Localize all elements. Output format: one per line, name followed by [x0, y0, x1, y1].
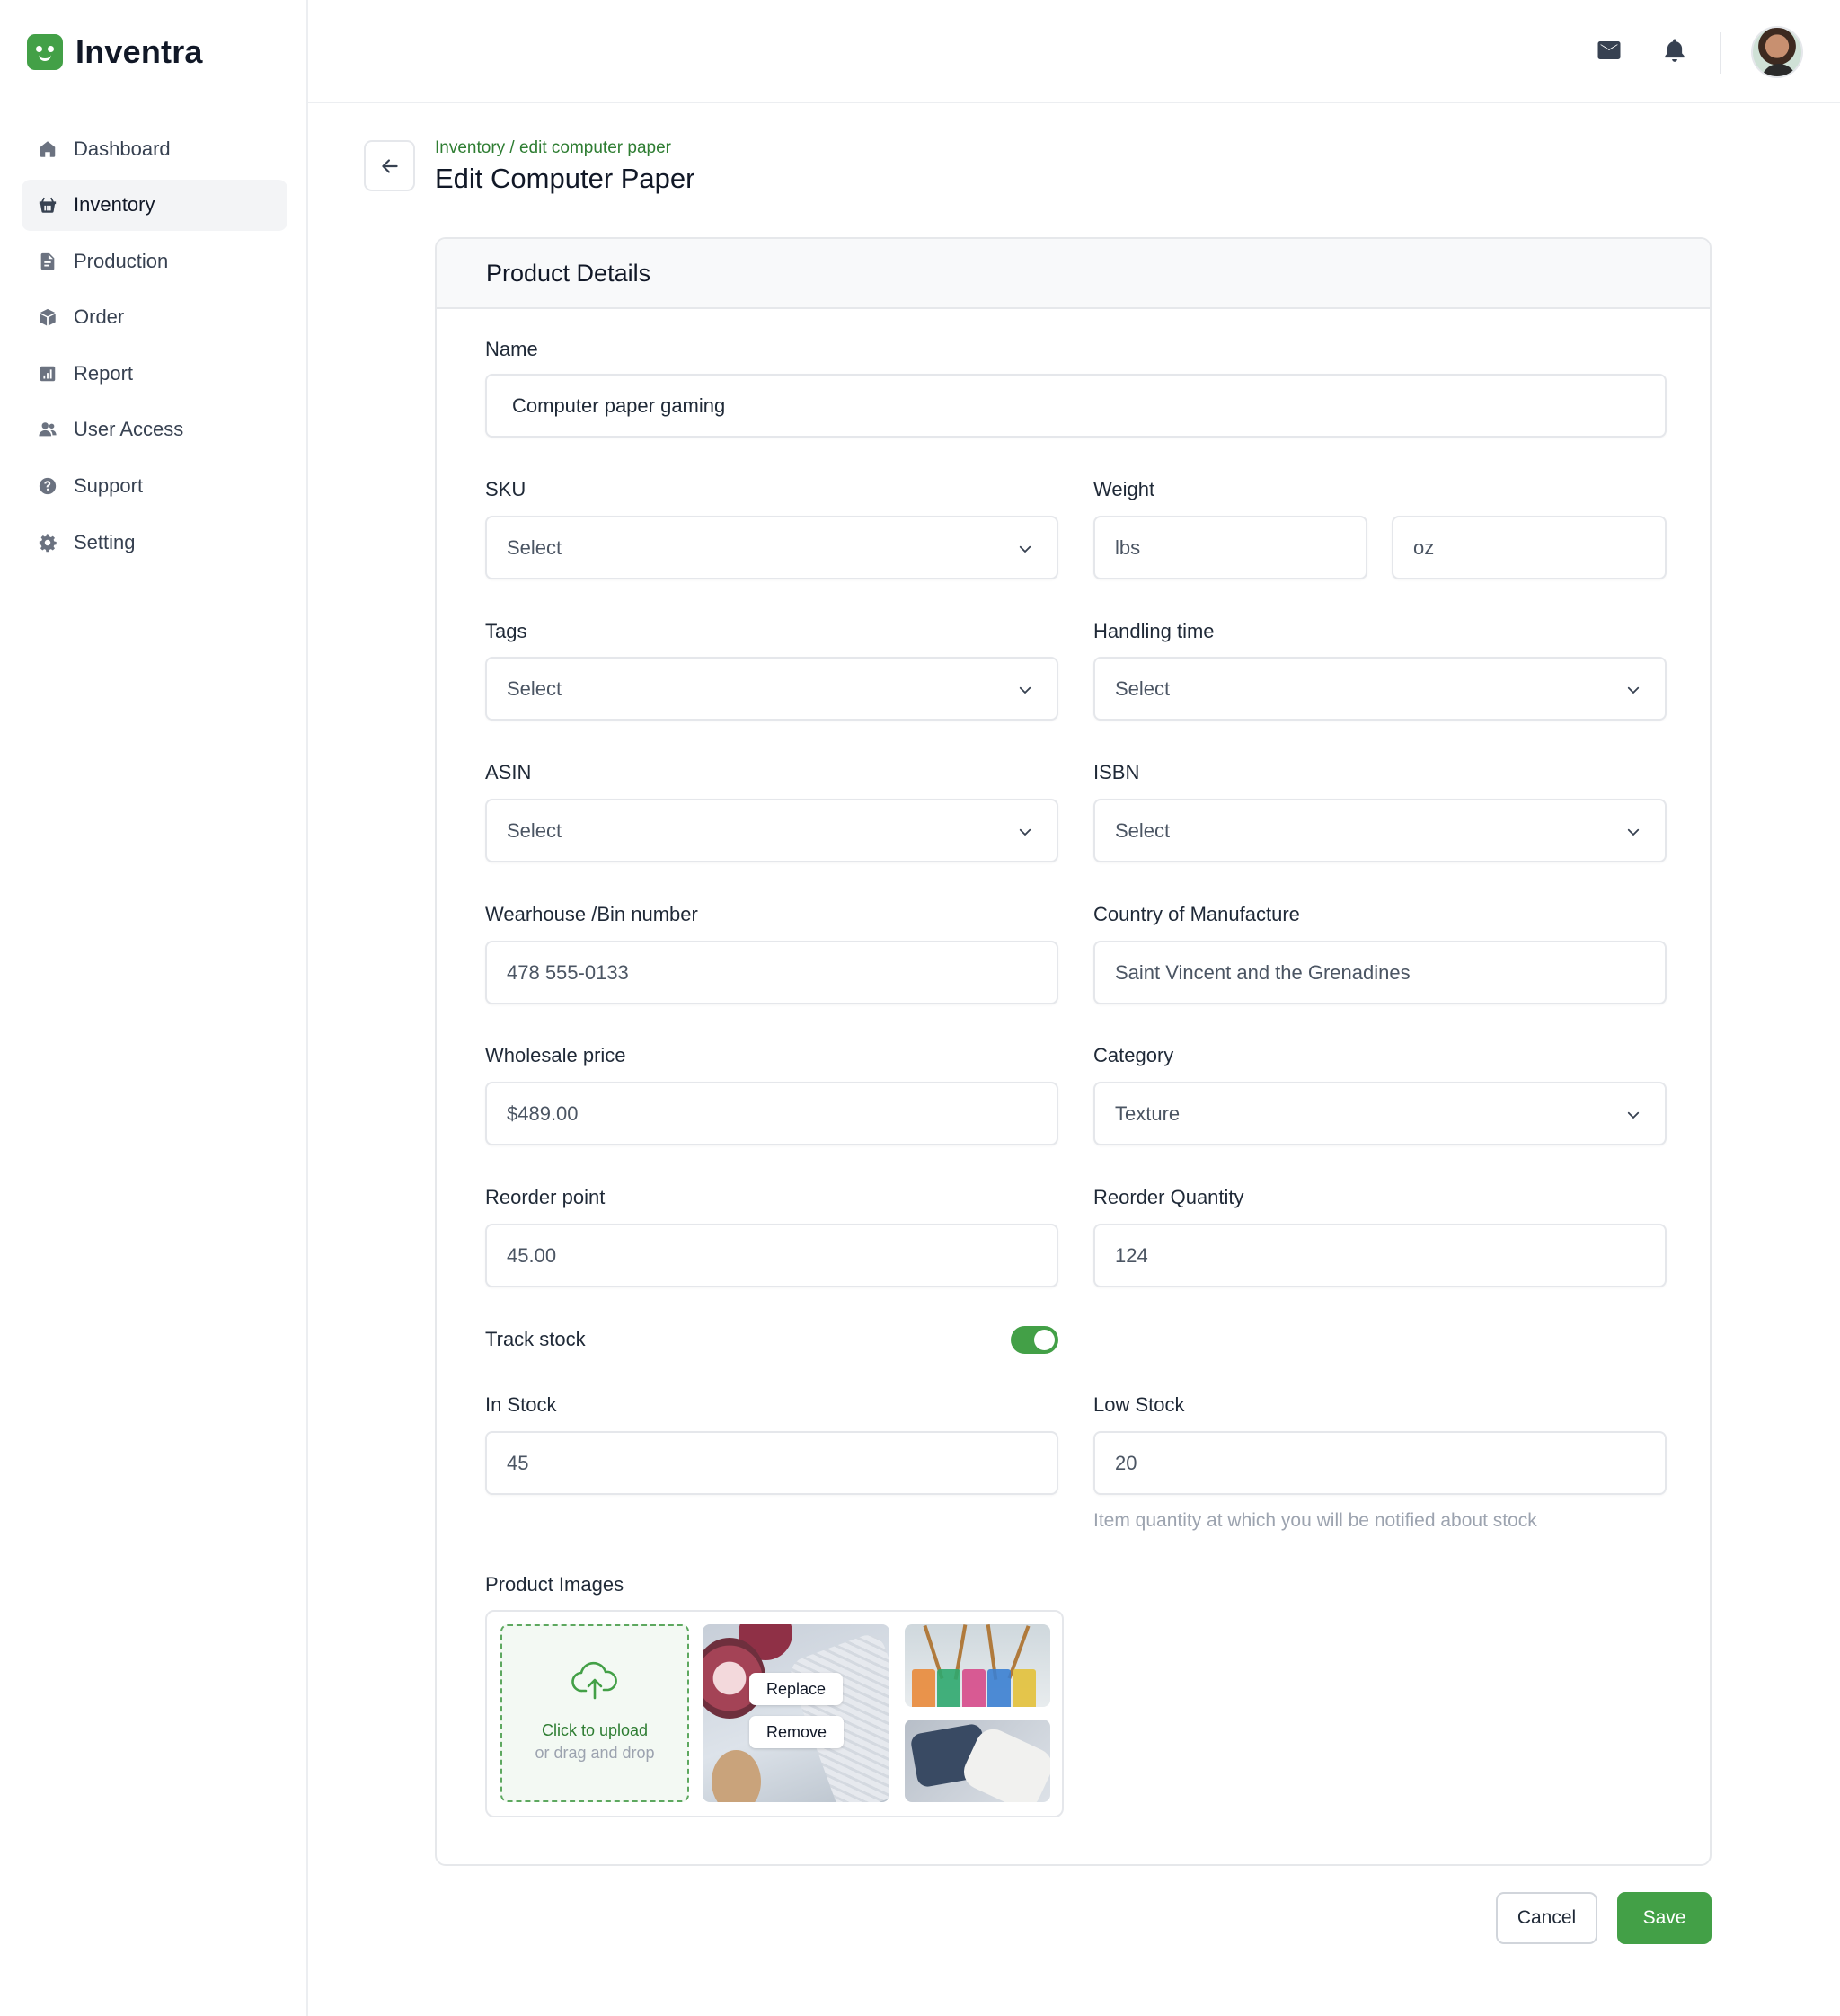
document-icon	[40, 252, 55, 270]
gear-icon	[39, 533, 57, 552]
product-images-label: Product Images	[485, 1573, 624, 1596]
asin-select[interactable]: Select	[485, 799, 1058, 862]
reorder-quantity-input[interactable]: 124	[1093, 1224, 1667, 1287]
low-stock-label: Low Stock	[1093, 1393, 1185, 1416]
sidebar-item-dashboard[interactable]: Dashboard	[22, 123, 288, 174]
box-icon	[40, 309, 56, 326]
card-header: Product Details	[437, 239, 1710, 309]
brand[interactable]: Inventra	[27, 33, 203, 71]
chevron-down-icon	[1019, 828, 1031, 836]
tags-select[interactable]: Select	[485, 657, 1058, 721]
sidebar-item-order[interactable]: Order	[22, 292, 288, 343]
asin-label: ASIN	[485, 761, 532, 783]
track-stock-label: Track stock	[485, 1328, 586, 1350]
reorder-point-label: Reorder point	[485, 1186, 606, 1208]
reorder-quantity-label: Reorder Quantity	[1093, 1186, 1244, 1208]
topbar-divider	[1720, 32, 1721, 74]
category-select[interactable]: Texture	[1093, 1082, 1667, 1145]
low-stock-helper-text: Item quantity at which you will be notif…	[1093, 1510, 1537, 1531]
sidebar-item-inventory[interactable]: Inventory	[22, 179, 288, 231]
sidebar-item-setting[interactable]: Setting	[22, 517, 288, 568]
sidebar-item-label: Inventory	[74, 193, 155, 217]
page-title: Edit Computer Paper	[435, 163, 695, 194]
sidebar-item-support[interactable]: Support	[22, 461, 288, 512]
replace-image-button[interactable]: Replace	[749, 1673, 844, 1705]
in-stock-input[interactable]: 45	[485, 1431, 1058, 1495]
logo-icon	[27, 34, 63, 70]
home-icon	[40, 140, 56, 157]
back-button[interactable]	[364, 140, 415, 191]
wholesale-price-input[interactable]: $489.00	[485, 1082, 1058, 1145]
mail-icon[interactable]	[1595, 36, 1623, 65]
sidebar-item-label: Production	[74, 249, 169, 272]
chevron-down-icon	[1627, 828, 1640, 836]
isbn-select[interactable]: Select	[1093, 799, 1667, 862]
low-stock-input[interactable]: 20	[1093, 1431, 1667, 1495]
help-icon	[39, 477, 57, 495]
chart-icon	[40, 366, 56, 382]
arrow-left-icon	[381, 158, 398, 173]
sku-select[interactable]: Select	[485, 516, 1058, 579]
country-input[interactable]: Saint Vincent and the Grenadines	[1093, 941, 1667, 1004]
sidebar-item-label: Report	[74, 361, 134, 385]
breadcrumb[interactable]: Inventory / edit computer paper	[435, 138, 671, 158]
basket-icon	[39, 197, 57, 213]
track-stock-toggle[interactable]	[1011, 1326, 1058, 1354]
remove-image-button[interactable]: Remove	[749, 1716, 845, 1748]
save-button[interactable]: Save	[1617, 1892, 1712, 1944]
name-label: Name	[485, 338, 538, 360]
toggle-knob	[1034, 1330, 1055, 1350]
in-stock-label: In Stock	[485, 1393, 557, 1416]
cancel-button[interactable]: Cancel	[1496, 1892, 1597, 1944]
product-image-thumbnail[interactable]	[905, 1720, 1050, 1802]
isbn-label: ISBN	[1093, 761, 1140, 783]
users-icon	[39, 422, 57, 437]
sidebar: Inventra Dashboard Inventory Production …	[0, 0, 308, 2016]
chevron-down-icon	[1019, 686, 1031, 694]
country-label: Country of Manufacture	[1093, 903, 1300, 925]
sidebar-item-report[interactable]: Report	[22, 348, 288, 399]
sidebar-item-user-access[interactable]: User Access	[22, 404, 288, 455]
sidebar-item-label: Order	[74, 305, 125, 329]
chevron-down-icon	[1019, 545, 1031, 553]
chevron-down-icon	[1627, 686, 1640, 694]
product-image-main[interactable]: Replace Remove	[703, 1624, 889, 1802]
section-title: Product Details	[486, 259, 651, 287]
chevron-down-icon	[1627, 1111, 1640, 1119]
weight-lbs-input[interactable]: lbs	[1093, 516, 1367, 579]
sidebar-item-label: Support	[74, 474, 144, 498]
sidebar-item-label: Dashboard	[74, 137, 171, 160]
cloud-upload-icon	[571, 1661, 617, 1700]
reorder-point-input[interactable]: 45.00	[485, 1224, 1058, 1287]
product-images-panel: Click to upload or drag and drop Replace…	[485, 1610, 1064, 1817]
warehouse-input[interactable]: 478 555-0133	[485, 941, 1058, 1004]
avatar[interactable]	[1751, 26, 1803, 78]
handling-time-select[interactable]: Select	[1093, 657, 1667, 721]
weight-label: Weight	[1093, 478, 1155, 500]
sidebar-item-label: Setting	[74, 530, 136, 553]
sidebar-item-label: User Access	[74, 418, 184, 441]
name-input[interactable]: Computer paper gaming	[485, 374, 1667, 438]
sidebar-nav: Dashboard Inventory Production Order Rep…	[22, 123, 288, 573]
warehouse-label: Wearhouse /Bin number	[485, 903, 698, 925]
sku-label: SKU	[485, 478, 526, 500]
bell-icon[interactable]	[1660, 36, 1689, 65]
upload-dropzone[interactable]: Click to upload or drag and drop	[500, 1624, 689, 1802]
tags-label: Tags	[485, 620, 527, 642]
upload-secondary-text: or drag and drop	[535, 1744, 655, 1762]
sidebar-item-production[interactable]: Production	[22, 235, 288, 287]
wholesale-price-label: Wholesale price	[485, 1044, 626, 1066]
product-image-thumbnail[interactable]	[905, 1624, 1050, 1707]
handling-time-label: Handling time	[1093, 620, 1215, 642]
brand-name: Inventra	[75, 33, 203, 70]
upload-primary-text[interactable]: Click to upload	[542, 1721, 648, 1740]
category-label: Category	[1093, 1044, 1174, 1066]
topbar	[308, 0, 1840, 103]
weight-oz-input[interactable]: oz	[1392, 516, 1667, 579]
